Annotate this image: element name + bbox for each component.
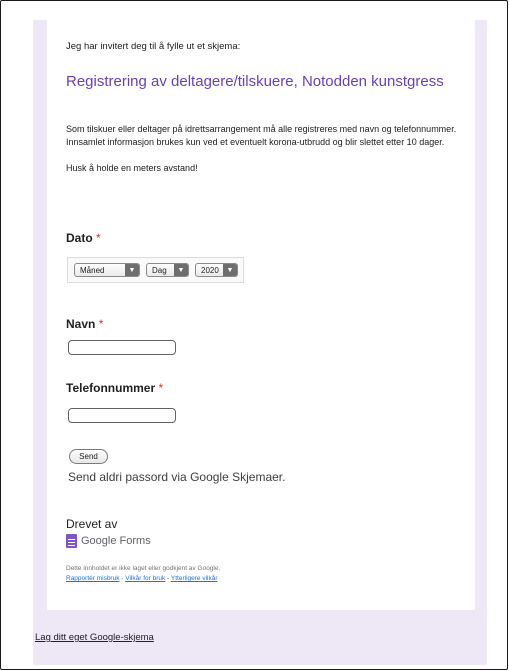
report-abuse-link[interactable]: Rapportér misbruk: [66, 575, 119, 582]
powered-by-label: Drevet av: [66, 517, 118, 531]
chevron-down-icon: ▼: [174, 264, 188, 276]
date-label-text: Dato: [66, 231, 93, 245]
form-card: Jeg har invitert deg til å fylle ut et s…: [47, 20, 475, 610]
password-warning: Send aldri passord via Google Skjemaer.: [68, 470, 286, 484]
date-picker: Måned ▼ Dag ▼ 2020 ▼: [67, 257, 244, 283]
month-select[interactable]: Måned ▼: [74, 263, 140, 277]
month-select-value: Måned: [80, 266, 105, 275]
day-select[interactable]: Dag ▼: [146, 263, 189, 277]
google-disclaimer: Dette innholdet er ikke laget eller godk…: [66, 565, 221, 572]
year-select[interactable]: 2020 ▼: [195, 263, 238, 277]
name-input[interactable]: [68, 340, 176, 355]
form-title: Registrering av deltagere/tilskuere, Not…: [66, 73, 444, 90]
additional-terms-link[interactable]: Ytterligere vilkår: [171, 575, 218, 582]
chevron-down-icon: ▼: [125, 264, 139, 276]
legal-links: Rapportér misbruk - Vilkår for bruk - Yt…: [66, 575, 218, 582]
chevron-down-icon: ▼: [223, 264, 237, 276]
phone-input[interactable]: [68, 408, 176, 423]
name-label-text: Navn: [66, 317, 96, 331]
form-description: Som tilskuer eller deltager på idrettsar…: [66, 123, 466, 175]
name-question-label: Navn *: [66, 317, 103, 331]
brand-name: Google Forms: [81, 535, 151, 547]
send-button[interactable]: Send: [69, 449, 108, 464]
required-asterisk: *: [158, 381, 164, 395]
google-forms-icon: [66, 534, 77, 548]
create-own-form-link[interactable]: Lag ditt eget Google-skjema: [35, 632, 154, 643]
required-asterisk: *: [96, 231, 101, 245]
required-asterisk: *: [98, 317, 104, 331]
date-question-label: Dato *: [66, 231, 101, 245]
distance-reminder: Husk å holde en meters avstand!: [66, 163, 198, 173]
description-paragraph: Som tilskuer eller deltager på idrettsar…: [66, 124, 457, 147]
invite-text: Jeg har invitert deg til å fylle ut et s…: [66, 41, 241, 52]
phone-question-label: Telefonnummer *: [66, 381, 163, 395]
year-select-value: 2020: [201, 266, 219, 275]
terms-link[interactable]: Vilkår for bruk: [125, 575, 165, 582]
phone-label-text: Telefonnummer: [66, 381, 156, 395]
day-select-value: Dag: [152, 266, 167, 275]
